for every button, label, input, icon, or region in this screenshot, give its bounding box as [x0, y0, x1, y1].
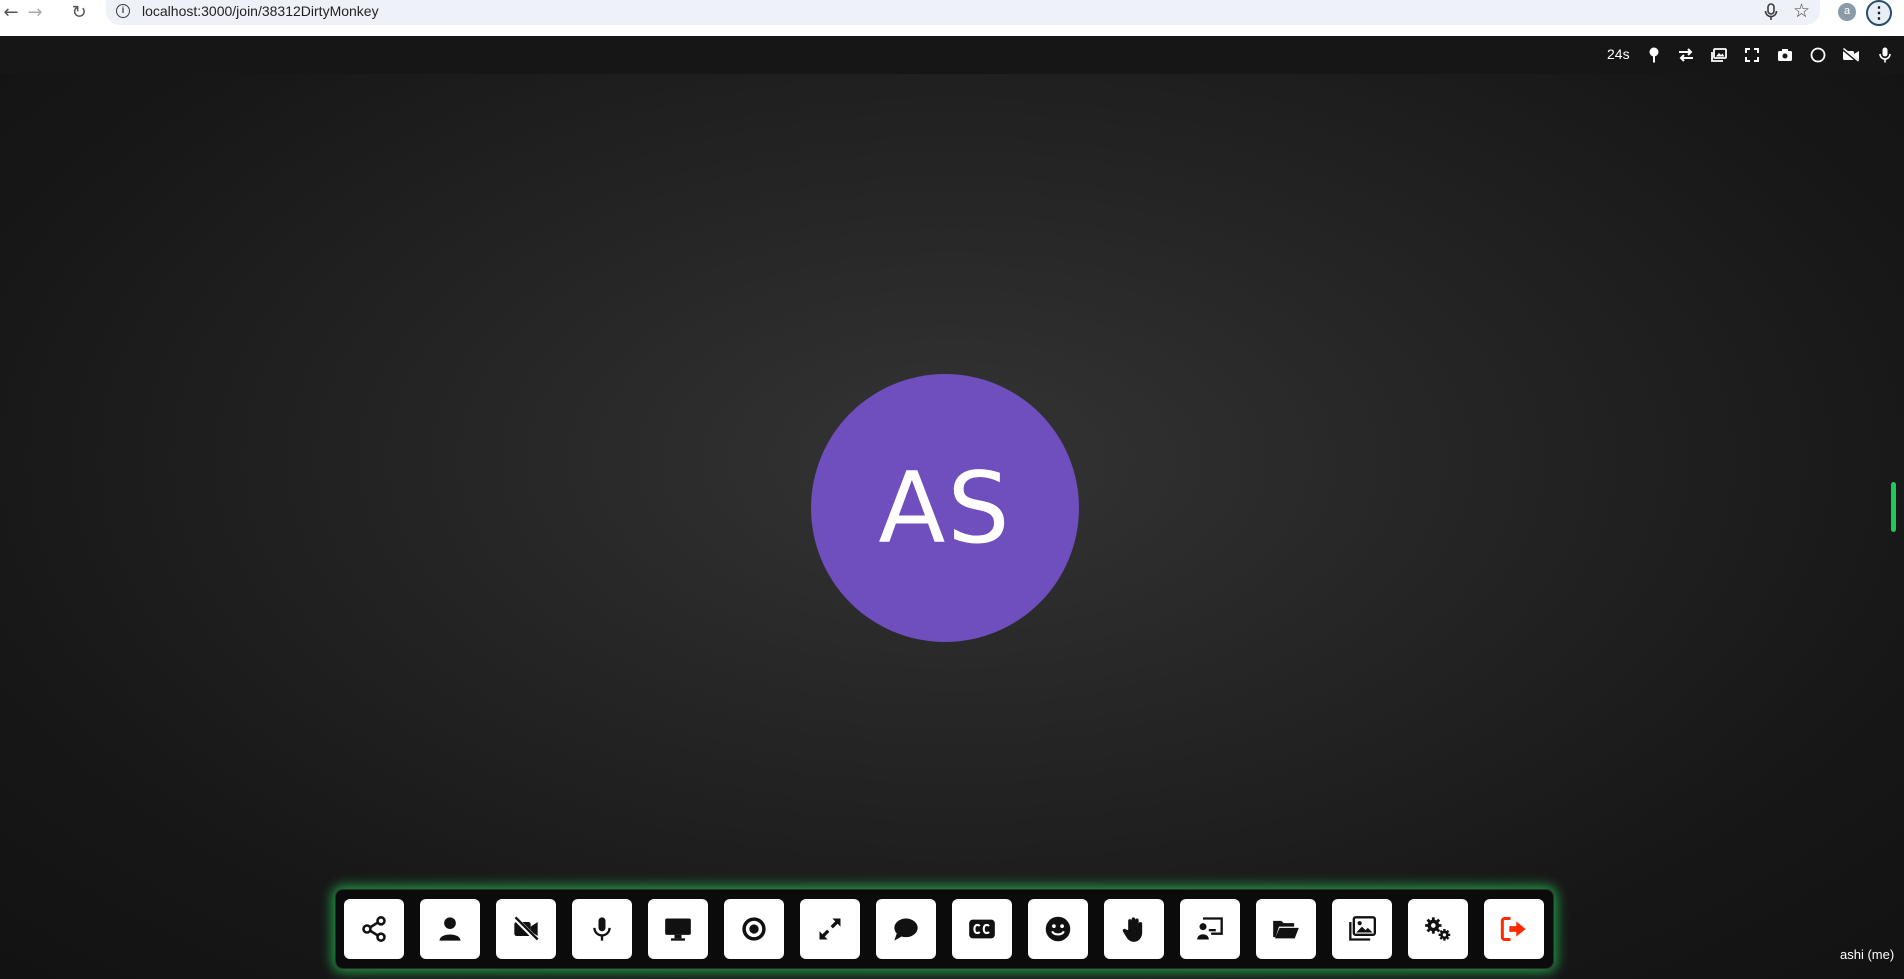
microphone-icon — [593, 917, 611, 941]
audio-level-indicator — [1891, 482, 1896, 532]
participant-avatar: AS — [811, 374, 1079, 642]
browser-toolbar: ← → ↻ i localhost:3000/join/38312DirtyMo… — [0, 0, 1904, 37]
folder-open-icon — [1273, 920, 1299, 939]
pin-icon[interactable] — [1645, 46, 1663, 64]
captions-button[interactable] — [952, 899, 1012, 959]
video-slash-icon — [512, 915, 540, 943]
camera-off-icon[interactable] — [1842, 46, 1860, 64]
record-button[interactable] — [724, 899, 784, 959]
profile-avatar[interactable]: a — [1838, 3, 1856, 21]
record-icon — [742, 917, 766, 941]
hand-icon — [1122, 917, 1143, 942]
smile-icon — [1045, 916, 1071, 942]
meeting-room: 24s AS ashi (me) — [0, 36, 1904, 979]
session-timer: 24s — [1607, 46, 1630, 62]
fullscreen-button[interactable] — [800, 899, 860, 959]
swap-icon[interactable] — [1677, 46, 1695, 64]
expand-icon — [819, 918, 841, 940]
participants-button[interactable] — [420, 899, 480, 959]
leave-button[interactable] — [1484, 899, 1544, 959]
fullscreen-icon[interactable] — [1743, 46, 1761, 64]
picture-in-picture-icon[interactable] — [1710, 46, 1728, 64]
control-bar — [335, 889, 1554, 969]
images-icon — [1349, 916, 1376, 941]
avatar-initials: AS — [878, 452, 1012, 566]
chat-button[interactable] — [876, 899, 936, 959]
chat-icon — [894, 918, 918, 941]
voice-search-icon[interactable] — [1764, 3, 1778, 26]
settings-button[interactable] — [1408, 899, 1468, 959]
microphone-button[interactable] — [572, 899, 632, 959]
closed-captions-icon — [969, 919, 995, 939]
whiteboard-button[interactable] — [1180, 899, 1240, 959]
chalkboard-user-icon — [1197, 917, 1223, 940]
emoji-button[interactable] — [1028, 899, 1088, 959]
site-info-icon[interactable]: i — [116, 4, 130, 18]
user-icon — [439, 917, 461, 941]
video-toggle-button[interactable] — [496, 899, 556, 959]
address-bar[interactable]: i localhost:3000/join/38312DirtyMonkey ☆ — [106, 0, 1820, 25]
share-button[interactable] — [344, 899, 404, 959]
bookmark-star-icon[interactable]: ☆ — [1793, 0, 1810, 22]
raise-hand-button[interactable] — [1104, 899, 1164, 959]
forward-icon[interactable]: → — [24, 0, 46, 24]
url-text[interactable]: localhost:3000/join/38312DirtyMonkey — [142, 3, 379, 19]
virtual-background-button[interactable] — [1332, 899, 1392, 959]
desktop-icon — [665, 918, 691, 941]
browser-menu-icon[interactable]: ⋮ — [1866, 0, 1892, 26]
gears-icon — [1425, 917, 1451, 941]
mic-icon[interactable] — [1876, 46, 1894, 64]
back-icon[interactable]: ← — [0, 0, 22, 24]
reload-icon[interactable]: ↻ — [68, 0, 90, 24]
snapshot-icon[interactable] — [1776, 46, 1794, 64]
sign-out-icon — [1500, 916, 1526, 942]
video-top-bar: 24s — [0, 36, 1904, 74]
record-status-icon[interactable] — [1809, 46, 1827, 64]
screen-share-button[interactable] — [648, 899, 708, 959]
file-share-button[interactable] — [1256, 899, 1316, 959]
participant-name: ashi (me) — [1840, 947, 1895, 962]
share-icon — [362, 916, 386, 942]
